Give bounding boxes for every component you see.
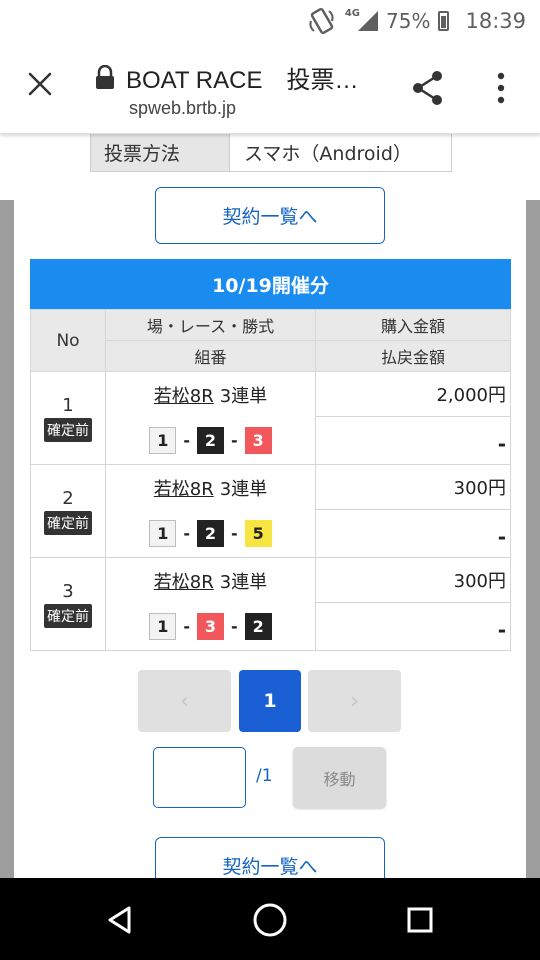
back-button[interactable] (100, 900, 140, 940)
race-link[interactable]: 若松8R (154, 475, 214, 501)
race-cell: 若松8R 3連単 1 - 2 - 5 (105, 464, 316, 558)
boat-number: 1 (149, 520, 177, 547)
refund-amount: - (315, 509, 511, 558)
boat-number: 2 (244, 613, 272, 640)
race-cell: 若松8R 3連単 1 - 2 - 3 (105, 371, 316, 465)
row-no-cell: 1 確定前 (30, 371, 106, 465)
page-number-input[interactable] (153, 747, 246, 808)
vote-method-label: 投票方法 (91, 134, 229, 171)
combo-separator: - (231, 431, 238, 450)
refund-amount: - (315, 602, 511, 651)
next-page-button[interactable]: › (308, 670, 401, 732)
share-icon[interactable] (406, 66, 450, 110)
status-badge: 確定前 (44, 603, 92, 628)
boat-number: 3 (244, 427, 272, 454)
row-number: 2 (62, 487, 74, 509)
row-no-cell: 2 確定前 (30, 464, 106, 558)
current-page-button[interactable]: 1 (239, 670, 301, 732)
purchase-amount: 300円 (315, 556, 511, 604)
back-icon (108, 906, 131, 934)
combo-separator: - (183, 524, 190, 543)
bets-table: No 場・レース・勝式 購入金額 組番 払戻金額 1 確定前 若松8R 3連単 (30, 309, 511, 651)
page-content: 投票方法 スマホ（Android） 契約一覧へ 10/19開催分 No 場・レー… (0, 134, 540, 878)
date-header: 10/19開催分 (30, 259, 511, 309)
table-row: 1 確定前 若松8R 3連単 1 - 2 - 3 2,000円 (30, 370, 511, 465)
race-cell: 若松8R 3連単 1 - 3 - 2 (105, 557, 316, 651)
row-number: 1 (62, 394, 74, 416)
right-gutter (526, 200, 540, 878)
race-link[interactable]: 若松8R (154, 382, 214, 408)
vote-method-row: 投票方法 スマホ（Android） (90, 134, 452, 172)
close-icon (28, 72, 52, 96)
combo-separator: - (231, 617, 238, 636)
row-no-cell: 3 確定前 (30, 557, 106, 651)
more-vert-icon[interactable] (488, 70, 514, 106)
refund-amount: - (315, 416, 511, 465)
clock: 18:39 (465, 9, 526, 33)
battery-icon (438, 11, 450, 31)
boat-number: 1 (149, 613, 177, 640)
page-title: BOAT RACE 投票… (126, 67, 359, 94)
page-total: /1 (256, 766, 273, 786)
combination: 1 - 3 - 2 (106, 603, 315, 650)
header-no: No (30, 309, 106, 372)
header-refund: 払戻金額 (315, 340, 511, 372)
browser-toolbar: BOAT RACE 投票… spweb.brtb.jp (0, 42, 540, 134)
header-race: 場・レース・勝式 (105, 309, 316, 341)
bet-type: 3連単 (219, 478, 268, 500)
battery-percent: 75% (386, 9, 431, 33)
boat-number: 3 (197, 613, 224, 640)
close-button[interactable] (22, 66, 58, 102)
purchase-amount: 300円 (315, 463, 511, 511)
lock-icon (96, 64, 114, 89)
page-url[interactable]: spweb.brtb.jp (129, 98, 236, 119)
combination: 1 - 2 - 3 (106, 417, 315, 464)
row-number: 3 (62, 580, 74, 602)
contract-list-button-top[interactable]: 契約一覧へ (155, 187, 385, 244)
boat-number: 2 (197, 427, 224, 454)
combo-separator: - (183, 431, 190, 450)
table-row: 2 確定前 若松8R 3連単 1 - 2 - 5 300円 (30, 463, 511, 558)
combination: 1 - 2 - 5 (106, 510, 315, 557)
race-link[interactable]: 若松8R (154, 568, 214, 594)
home-button[interactable] (250, 900, 290, 940)
contract-panel: 投票方法 スマホ（Android） 契約一覧へ 10/19開催分 No 場・レー… (14, 134, 526, 878)
vibrate-icon (309, 7, 334, 35)
home-icon (253, 903, 287, 937)
bet-type: 3連単 (219, 571, 268, 593)
contract-list-button-bottom[interactable]: 契約一覧へ (155, 837, 385, 878)
boat-number: 5 (244, 520, 272, 547)
signal-icon (358, 11, 379, 31)
combo-separator: - (231, 524, 238, 543)
recents-icon (407, 907, 433, 933)
combo-separator: - (183, 617, 190, 636)
table-header-row: No 場・レース・勝式 購入金額 (30, 309, 511, 372)
left-gutter (0, 200, 14, 878)
system-nav-bar (0, 878, 540, 960)
purchase-amount: 2,000円 (315, 370, 511, 418)
header-purchase: 購入金額 (315, 309, 511, 341)
boat-number: 1 (149, 427, 177, 454)
header-combo: 組番 (105, 340, 316, 372)
recents-button[interactable] (400, 900, 440, 940)
status-bar: 4G 75% 18:39 (0, 0, 540, 42)
boat-number: 2 (197, 520, 224, 547)
bet-type: 3連単 (219, 385, 268, 407)
status-badge: 確定前 (44, 417, 92, 442)
table-row: 3 確定前 若松8R 3連単 1 - 3 - 2 300円 (30, 556, 511, 651)
move-button[interactable]: 移動 (293, 747, 386, 808)
prev-page-button[interactable]: ‹ (138, 670, 231, 732)
vote-method-value: スマホ（Android） (229, 134, 451, 171)
status-badge: 確定前 (44, 510, 92, 535)
